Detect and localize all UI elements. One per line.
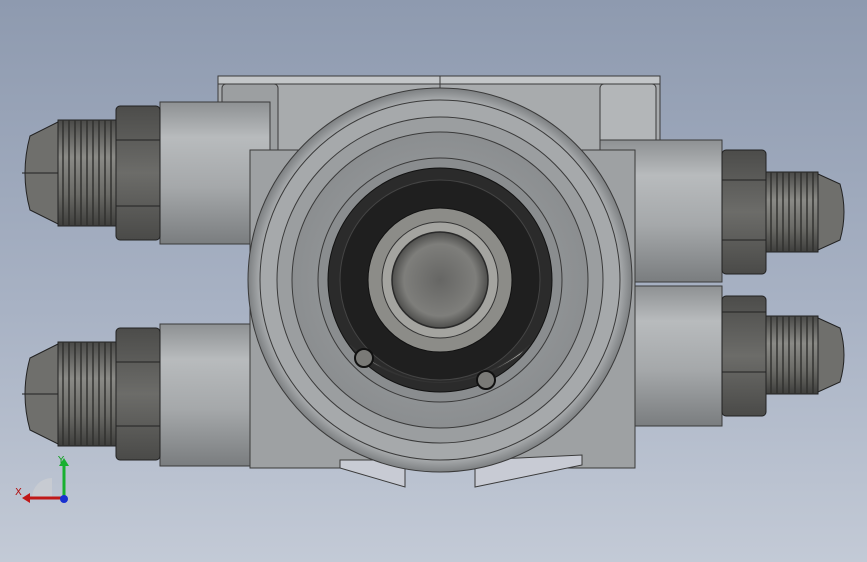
central-housing <box>247 87 636 488</box>
reference-triad: X Y <box>12 456 76 508</box>
fitting-right-top <box>721 149 845 275</box>
fitting-left-top <box>22 105 161 241</box>
x-axis-label: X <box>15 487 22 498</box>
fitting-right-bottom <box>721 295 845 417</box>
graphics-viewport[interactable]: X Y <box>0 0 867 562</box>
fitting-left-bottom <box>22 327 161 461</box>
y-axis-label: Y <box>58 455 65 466</box>
oil-filter-adapter-model[interactable] <box>0 0 867 562</box>
